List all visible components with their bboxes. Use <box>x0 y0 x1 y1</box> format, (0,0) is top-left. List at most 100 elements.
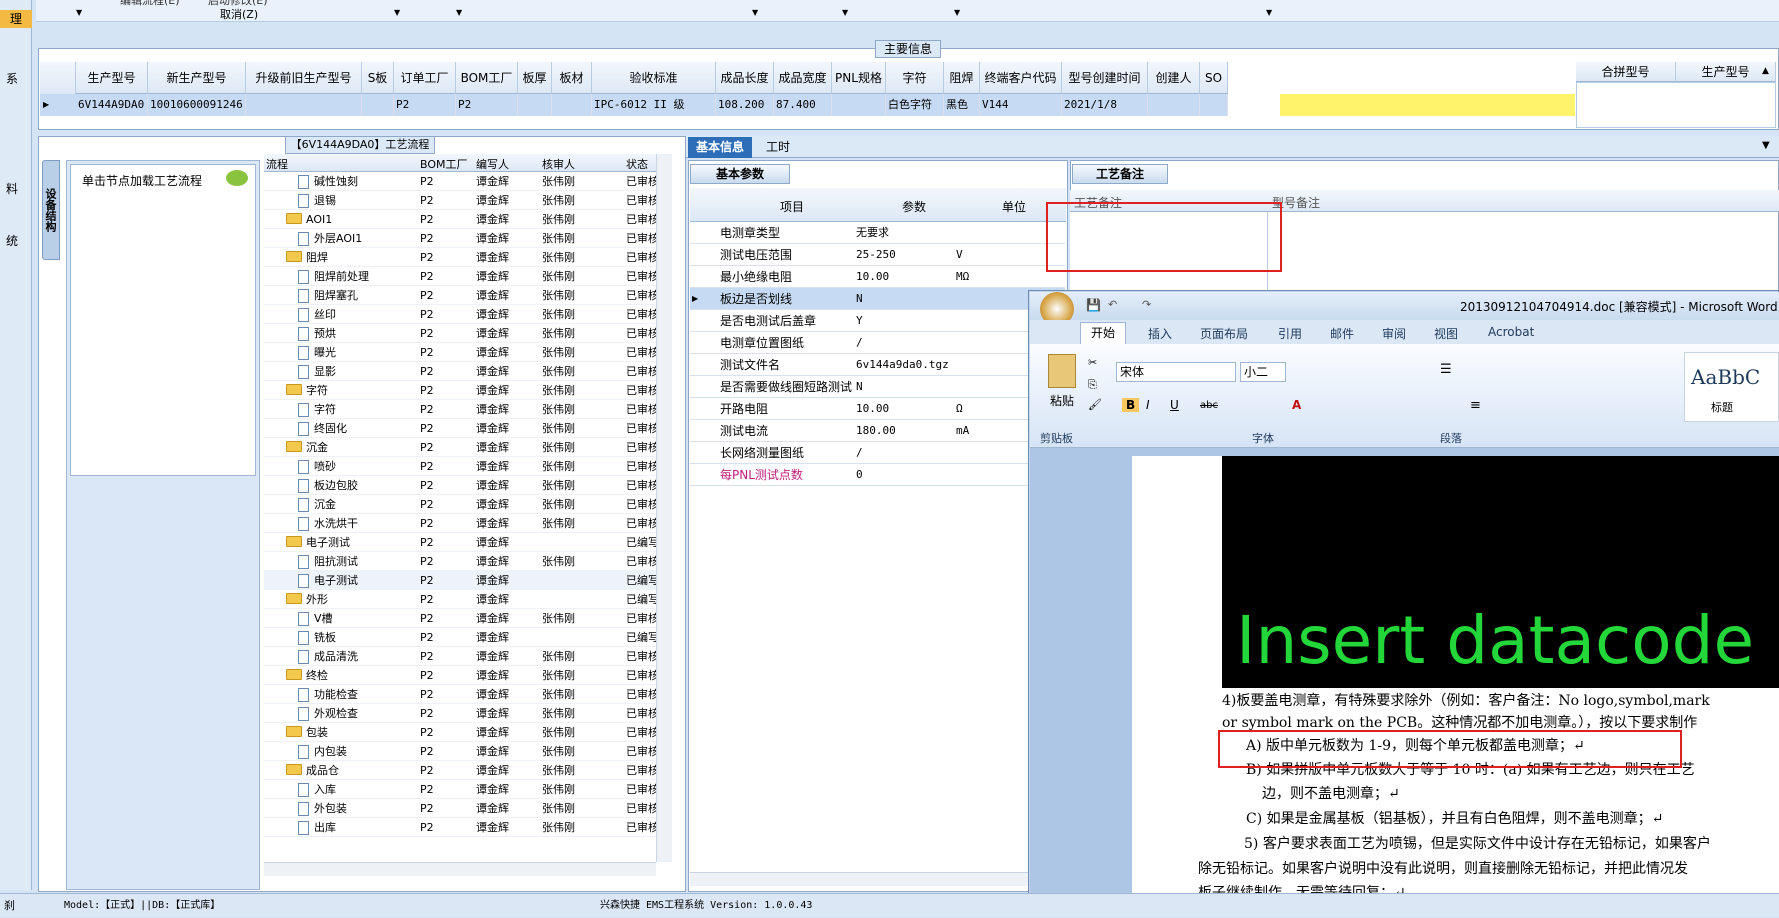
tree-col-header[interactable]: 核审人 <box>542 156 575 172</box>
param-value[interactable]: N <box>854 376 956 398</box>
tab-process-remarks[interactable]: 工艺备注 <box>1072 164 1168 184</box>
tree-row[interactable]: 电子测试 P2 谭金辉 已编写 <box>264 533 672 552</box>
strikethrough-icon[interactable]: abc <box>1200 400 1218 411</box>
tree-row[interactable]: 退锡 P2 谭金辉 张伟刚 已审核 <box>264 191 672 210</box>
params-col-header[interactable]: 项目 <box>780 198 804 215</box>
tree-row[interactable]: 碱性蚀刻 P2 谭金辉 张伟刚 已审核 <box>264 172 672 191</box>
column-header[interactable]: SO <box>1200 62 1228 94</box>
tree-row[interactable]: 字符 P2 谭金辉 张伟刚 已审核 <box>264 381 672 400</box>
param-row[interactable]: 电测章位置图纸 / <box>690 332 1065 354</box>
tree-scrollbar[interactable] <box>656 154 672 862</box>
column-header[interactable]: 阻焊 <box>944 62 980 94</box>
param-row[interactable]: 开路电阻 10.00 Ω <box>690 398 1065 420</box>
param-row[interactable]: 测试电压范围 25-250 V <box>690 244 1065 266</box>
edit-flow-menu[interactable]: 编辑流程(E) <box>120 0 180 8</box>
grid-cell[interactable]: V144 <box>980 94 1062 116</box>
column-header[interactable]: 新生产型号 <box>148 62 246 94</box>
param-value[interactable]: 180.00 <box>854 420 956 442</box>
bold-icon[interactable]: B <box>1122 398 1140 412</box>
collapse-icon[interactable]: ▼ <box>1762 140 1770 151</box>
grid-cell[interactable]: 6V144A9DA0 <box>76 94 148 116</box>
redo-icon[interactable]: ↷ <box>1142 298 1151 311</box>
params-col-header[interactable]: 参数 <box>902 198 926 215</box>
column-header[interactable]: 生产型号 <box>1676 62 1776 82</box>
dropdown-arrow-icon[interactable]: ▼ <box>76 8 82 17</box>
tree-row[interactable]: 外观检查 P2 谭金辉 张伟刚 已审核 <box>264 704 672 723</box>
grid-cell[interactable]: 白色字符 <box>886 94 944 116</box>
dropdown-arrow-icon[interactable]: ▼ <box>394 8 400 17</box>
params-col-header[interactable]: 单位 <box>1002 198 1026 215</box>
font-size-select[interactable]: 小二 <box>1240 362 1286 382</box>
grid-cell[interactable]: 108.200 <box>716 94 774 116</box>
grid-cell[interactable]: P2 <box>394 94 456 116</box>
tree-row[interactable]: 包装 P2 谭金辉 张伟刚 已审核 <box>264 723 672 742</box>
merge-model-list[interactable] <box>1576 82 1776 128</box>
column-header[interactable]: 板厚 <box>518 62 552 94</box>
tree-row[interactable]: V槽 P2 谭金辉 张伟刚 已审核 <box>264 609 672 628</box>
tree-row[interactable]: 电子测试 P2 谭金辉 已编写 <box>264 571 672 590</box>
param-value[interactable]: / <box>854 332 956 354</box>
column-header[interactable]: 合拼型号 <box>1576 62 1676 82</box>
font-name-select[interactable]: 宋体 <box>1116 362 1236 382</box>
param-value[interactable]: Y <box>854 310 956 332</box>
column-header[interactable]: PNL规格 <box>832 62 886 94</box>
tree-col-header[interactable]: 流程 <box>266 156 288 172</box>
undo-icon[interactable]: ↶ <box>1108 298 1117 311</box>
italic-icon[interactable]: I <box>1146 398 1150 412</box>
tree-row[interactable]: 终固化 P2 谭金辉 张伟刚 已审核 <box>264 419 672 438</box>
underline-icon[interactable]: U <box>1170 398 1179 412</box>
tree-row[interactable]: 终检 P2 谭金辉 张伟刚 已审核 <box>264 666 672 685</box>
grid-cell[interactable]: 87.400 <box>774 94 832 116</box>
tree-row[interactable]: 沉金 P2 谭金辉 张伟刚 已审核 <box>264 495 672 514</box>
column-header[interactable]: 板材 <box>552 62 592 94</box>
tree-row[interactable]: 阻焊 P2 谭金辉 张伟刚 已审核 <box>264 248 672 267</box>
style-gallery[interactable]: AaBbC 标题 <box>1684 352 1779 422</box>
tree-hscrollbar[interactable] <box>264 862 656 876</box>
grid-cell[interactable] <box>832 94 886 116</box>
tree-row[interactable]: 内包装 P2 谭金辉 张伟刚 已审核 <box>264 742 672 761</box>
param-value[interactable]: 10.00 <box>854 266 956 288</box>
grid-cell[interactable]: 黑色 <box>944 94 980 116</box>
format-painter-icon[interactable]: 🖌 <box>1088 398 1102 411</box>
tree-row[interactable]: 字符 P2 谭金辉 张伟刚 已审核 <box>264 400 672 419</box>
tree-col-header[interactable]: 状态 <box>626 156 648 172</box>
params-hscrollbar[interactable] <box>690 872 1066 886</box>
cut-icon[interactable]: ✂ <box>1088 356 1097 369</box>
grid-cell[interactable] <box>1148 94 1200 116</box>
grid-cell[interactable] <box>1200 94 1228 116</box>
param-row[interactable]: 是否需要做线圈短路测试 N <box>690 376 1065 398</box>
align-left-icon[interactable]: ≡ <box>1470 398 1481 413</box>
grid-cell[interactable] <box>246 94 362 116</box>
tree-col-header[interactable]: 编写人 <box>476 156 509 172</box>
left-nav-selected[interactable]: 理 <box>0 10 32 28</box>
column-header[interactable]: 生产型号 <box>76 62 148 94</box>
param-row[interactable]: 最小绝缘电阻 10.00 MΩ <box>690 266 1065 288</box>
column-header[interactable]: 成品宽度 <box>774 62 832 94</box>
param-row[interactable]: 长网络测量图纸 / <box>690 442 1065 464</box>
ribbon-tab[interactable]: 引用 <box>1278 325 1302 342</box>
ribbon-tab-home[interactable]: 开始 <box>1080 322 1126 344</box>
column-header[interactable]: 订单工厂 <box>394 62 456 94</box>
grid-cell[interactable]: P2 <box>456 94 518 116</box>
param-row[interactable]: 每PNL测试点数 0 <box>690 464 1065 486</box>
param-value[interactable]: 6v144a9da0.tgz <box>854 354 956 376</box>
param-row[interactable]: 电测章类型 无要求 <box>690 222 1065 244</box>
tree-row[interactable]: 外包装 P2 谭金辉 张伟刚 已审核 <box>264 799 672 818</box>
tree-row[interactable]: 阻焊塞孔 P2 谭金辉 张伟刚 已审核 <box>264 286 672 305</box>
save-icon[interactable]: 💾 <box>1086 298 1101 312</box>
ribbon-tab[interactable]: 审阅 <box>1382 325 1406 342</box>
bullets-icon[interactable]: ☰ <box>1440 362 1452 377</box>
tree-row[interactable]: 阻抗测试 P2 谭金辉 张伟刚 已审核 <box>264 552 672 571</box>
tree-row[interactable]: 预烘 P2 谭金辉 张伟刚 已审核 <box>264 324 672 343</box>
ribbon-tab[interactable]: 视图 <box>1434 325 1458 342</box>
chat-bubble-icon[interactable] <box>226 170 248 186</box>
tree-row[interactable]: 沉金 P2 谭金辉 张伟刚 已审核 <box>264 438 672 457</box>
column-header[interactable]: 字符 <box>886 62 944 94</box>
side-tab-structure[interactable]: 设备结构 <box>42 160 60 260</box>
column-header[interactable]: 验收标准 <box>592 62 716 94</box>
tab-basic-params[interactable]: 基本参数 <box>690 164 790 184</box>
param-value[interactable]: 25-250 <box>854 244 956 266</box>
tab-basic-info[interactable]: 基本信息 <box>688 137 752 158</box>
param-value[interactable]: 无要求 <box>854 222 956 244</box>
tree-row[interactable]: 板边包胶 P2 谭金辉 张伟刚 已审核 <box>264 476 672 495</box>
